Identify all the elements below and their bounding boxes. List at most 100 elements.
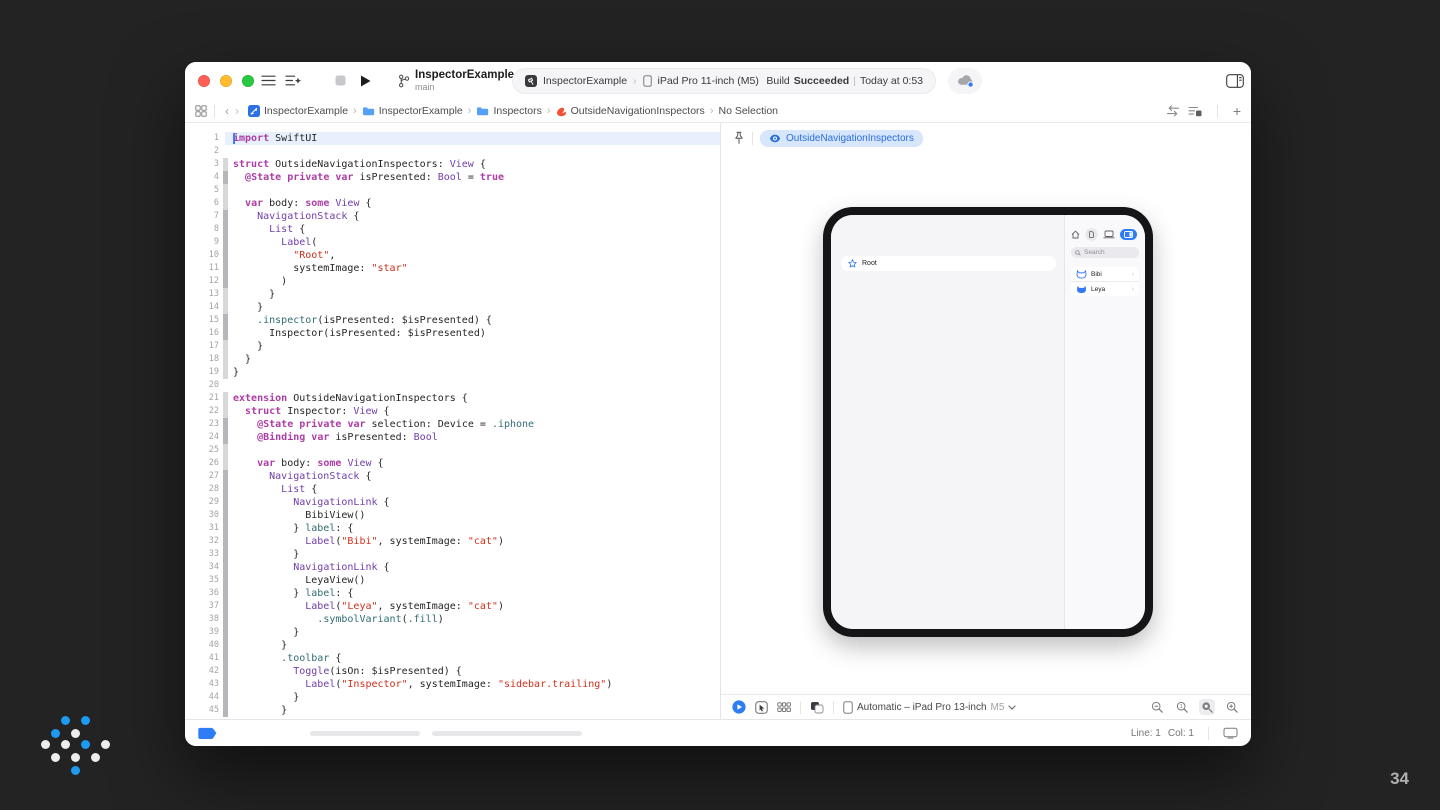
- text-cursor: [233, 133, 235, 144]
- zoom-actual-size-button[interactable]: 1: [1174, 699, 1190, 715]
- code-line[interactable]: 15 .inspector(isPresented: $isPresented)…: [185, 314, 720, 327]
- code-line[interactable]: 9 Label(: [185, 236, 720, 249]
- code-line[interactable]: 33 }: [185, 548, 720, 561]
- live-preview-button[interactable]: [732, 700, 746, 714]
- code-line[interactable]: 23 @State private var selection: Device …: [185, 418, 720, 431]
- code-text: var body: some View {: [245, 198, 372, 209]
- code-line[interactable]: 35 LeyaView(): [185, 574, 720, 587]
- code-line[interactable]: 38 .symbolVariant(.fill): [185, 613, 720, 626]
- code-line[interactable]: 40 }: [185, 639, 720, 652]
- code-line[interactable]: 17 }: [185, 340, 720, 353]
- compose-icon[interactable]: [285, 74, 302, 87]
- line-number: 27: [208, 471, 219, 481]
- inspector-list-row[interactable]: Bibi ›: [1071, 267, 1139, 281]
- editor-list-icon[interactable]: [1188, 106, 1202, 117]
- code-line[interactable]: 32 Label("Bibi", systemImage: "cat"): [185, 535, 720, 548]
- sidebar-trailing-toggle[interactable]: [1120, 229, 1137, 240]
- code-line[interactable]: 39 }: [185, 626, 720, 639]
- code-line[interactable]: 2: [185, 145, 720, 158]
- stop-button[interactable]: [335, 75, 346, 86]
- code-line[interactable]: 5: [185, 184, 720, 197]
- add-editor-button[interactable]: +: [1233, 104, 1241, 118]
- code-line[interactable]: 6 var body: some View {: [185, 197, 720, 210]
- house-icon[interactable]: [1071, 230, 1080, 239]
- display-icon[interactable]: [1223, 727, 1238, 739]
- build-label: Build: [766, 75, 790, 87]
- select-mode-button[interactable]: [755, 700, 768, 714]
- code-line[interactable]: 27 NavigationStack {: [185, 470, 720, 483]
- inspector-search-field[interactable]: Search: [1071, 247, 1139, 258]
- breadcrumb-item[interactable]: Inspectors: [476, 105, 542, 117]
- zoom-in-button[interactable]: [1224, 699, 1240, 715]
- code-line[interactable]: 34 NavigationLink {: [185, 561, 720, 574]
- code-line[interactable]: 7 NavigationStack {: [185, 210, 720, 223]
- code-line[interactable]: 14 }: [185, 301, 720, 314]
- color-scheme-button[interactable]: [810, 701, 824, 714]
- breadcrumb-item[interactable]: InspectorExample: [248, 105, 348, 117]
- related-editors-icon[interactable]: [1166, 105, 1180, 117]
- code-line[interactable]: 10 "Root",: [185, 249, 720, 262]
- change-ribbon: [223, 444, 228, 457]
- code-line[interactable]: 37 Label("Leya", systemImage: "cat"): [185, 600, 720, 613]
- zoom-traffic-light[interactable]: [242, 75, 254, 87]
- activity-view[interactable]: InspectorExample › iPad Pro 11-inch (M5)…: [512, 68, 936, 94]
- code-text: NavigationLink {: [293, 497, 390, 508]
- code-line[interactable]: 42 Toggle(isOn: $isPresented) {: [185, 665, 720, 678]
- code-line[interactable]: 19}: [185, 366, 720, 379]
- code-line[interactable]: 25: [185, 444, 720, 457]
- code-line[interactable]: 43 Label("Inspector", systemImage: "side…: [185, 678, 720, 691]
- forward-button[interactable]: ›: [235, 105, 239, 117]
- scheme-selector[interactable]: InspectorExample main: [415, 69, 514, 93]
- back-button[interactable]: ‹: [225, 105, 229, 117]
- code-line[interactable]: 21 extension OutsideNavigationInspectors …: [185, 392, 720, 405]
- code-line[interactable]: 44 }: [185, 691, 720, 704]
- document-icon[interactable]: [1085, 228, 1098, 241]
- close-traffic-light[interactable]: [198, 75, 210, 87]
- code-line[interactable]: 28 List {: [185, 483, 720, 496]
- minimize-traffic-light[interactable]: [220, 75, 232, 87]
- variants-grid-button[interactable]: [777, 701, 791, 713]
- code-line[interactable]: 41 .toolbar {: [185, 652, 720, 665]
- zoom-to-fit-button[interactable]: [1199, 699, 1215, 715]
- row-label: Bibi: [1091, 270, 1102, 278]
- code-line[interactable]: 26 var body: some View {: [185, 457, 720, 470]
- preview-tab[interactable]: OutsideNavigationInspectors: [760, 129, 923, 147]
- source-editor[interactable]: 1 import SwiftUI 2 3 struct OutsideNavigatio…: [185, 123, 720, 719]
- code-text: Label(: [281, 237, 318, 248]
- breadcrumb-item[interactable]: OutsideNavigationInspectors: [556, 105, 705, 117]
- cloud-sync-button[interactable]: [948, 68, 982, 94]
- code-line[interactable]: 30 BibiView(): [185, 509, 720, 522]
- code-line[interactable]: 24 @Binding var isPresented: Bool: [185, 431, 720, 444]
- code-line[interactable]: 1 import SwiftUI: [185, 132, 720, 145]
- code-line[interactable]: 13 }: [185, 288, 720, 301]
- trailing-sidebar-toggle-icon[interactable]: [1226, 74, 1244, 88]
- destination-device: iPad Pro 11-inch (M5): [657, 75, 759, 87]
- code-line[interactable]: 20: [185, 379, 720, 392]
- code-line[interactable]: 12 ): [185, 275, 720, 288]
- code-line[interactable]: 45 }: [185, 704, 720, 717]
- breadcrumb-item[interactable]: InspectorExample: [362, 105, 463, 117]
- slide-page-number: 34: [1390, 769, 1409, 788]
- code-line[interactable]: 4 @State private var isPresented: Bool =…: [185, 171, 720, 184]
- code-line[interactable]: 22 struct Inspector: View {: [185, 405, 720, 418]
- editor-grid-icon[interactable]: [195, 105, 207, 117]
- code-line[interactable]: 16 Inspector(isPresented: $isPresented): [185, 327, 720, 340]
- preview-device-selector[interactable]: Automatic – iPad Pro 13-inch M5: [843, 700, 1017, 714]
- code-line[interactable]: 3 struct OutsideNavigationInspectors: Vie…: [185, 158, 720, 171]
- navigator-list-icon[interactable]: [261, 74, 276, 87]
- inspector-list-row[interactable]: Leya ›: [1071, 281, 1139, 296]
- code-line[interactable]: 8 List {: [185, 223, 720, 236]
- breadcrumb-item[interactable]: No Selection: [718, 105, 778, 117]
- pin-icon[interactable]: [733, 131, 745, 145]
- code-line[interactable]: 11 systemImage: "star": [185, 262, 720, 275]
- run-button[interactable]: [359, 74, 372, 88]
- breakpoint-tag-icon[interactable]: [198, 727, 218, 740]
- code-text: Label("Leya", systemImage: "cat"): [305, 601, 504, 612]
- code-line[interactable]: 18 }: [185, 353, 720, 366]
- zoom-out-button[interactable]: [1149, 699, 1165, 715]
- root-list-row[interactable]: Root: [841, 256, 1056, 271]
- code-line[interactable]: 29 NavigationLink {: [185, 496, 720, 509]
- code-line[interactable]: 36 } label: {: [185, 587, 720, 600]
- code-line[interactable]: 31 } label: {: [185, 522, 720, 535]
- laptop-icon[interactable]: [1103, 230, 1115, 239]
